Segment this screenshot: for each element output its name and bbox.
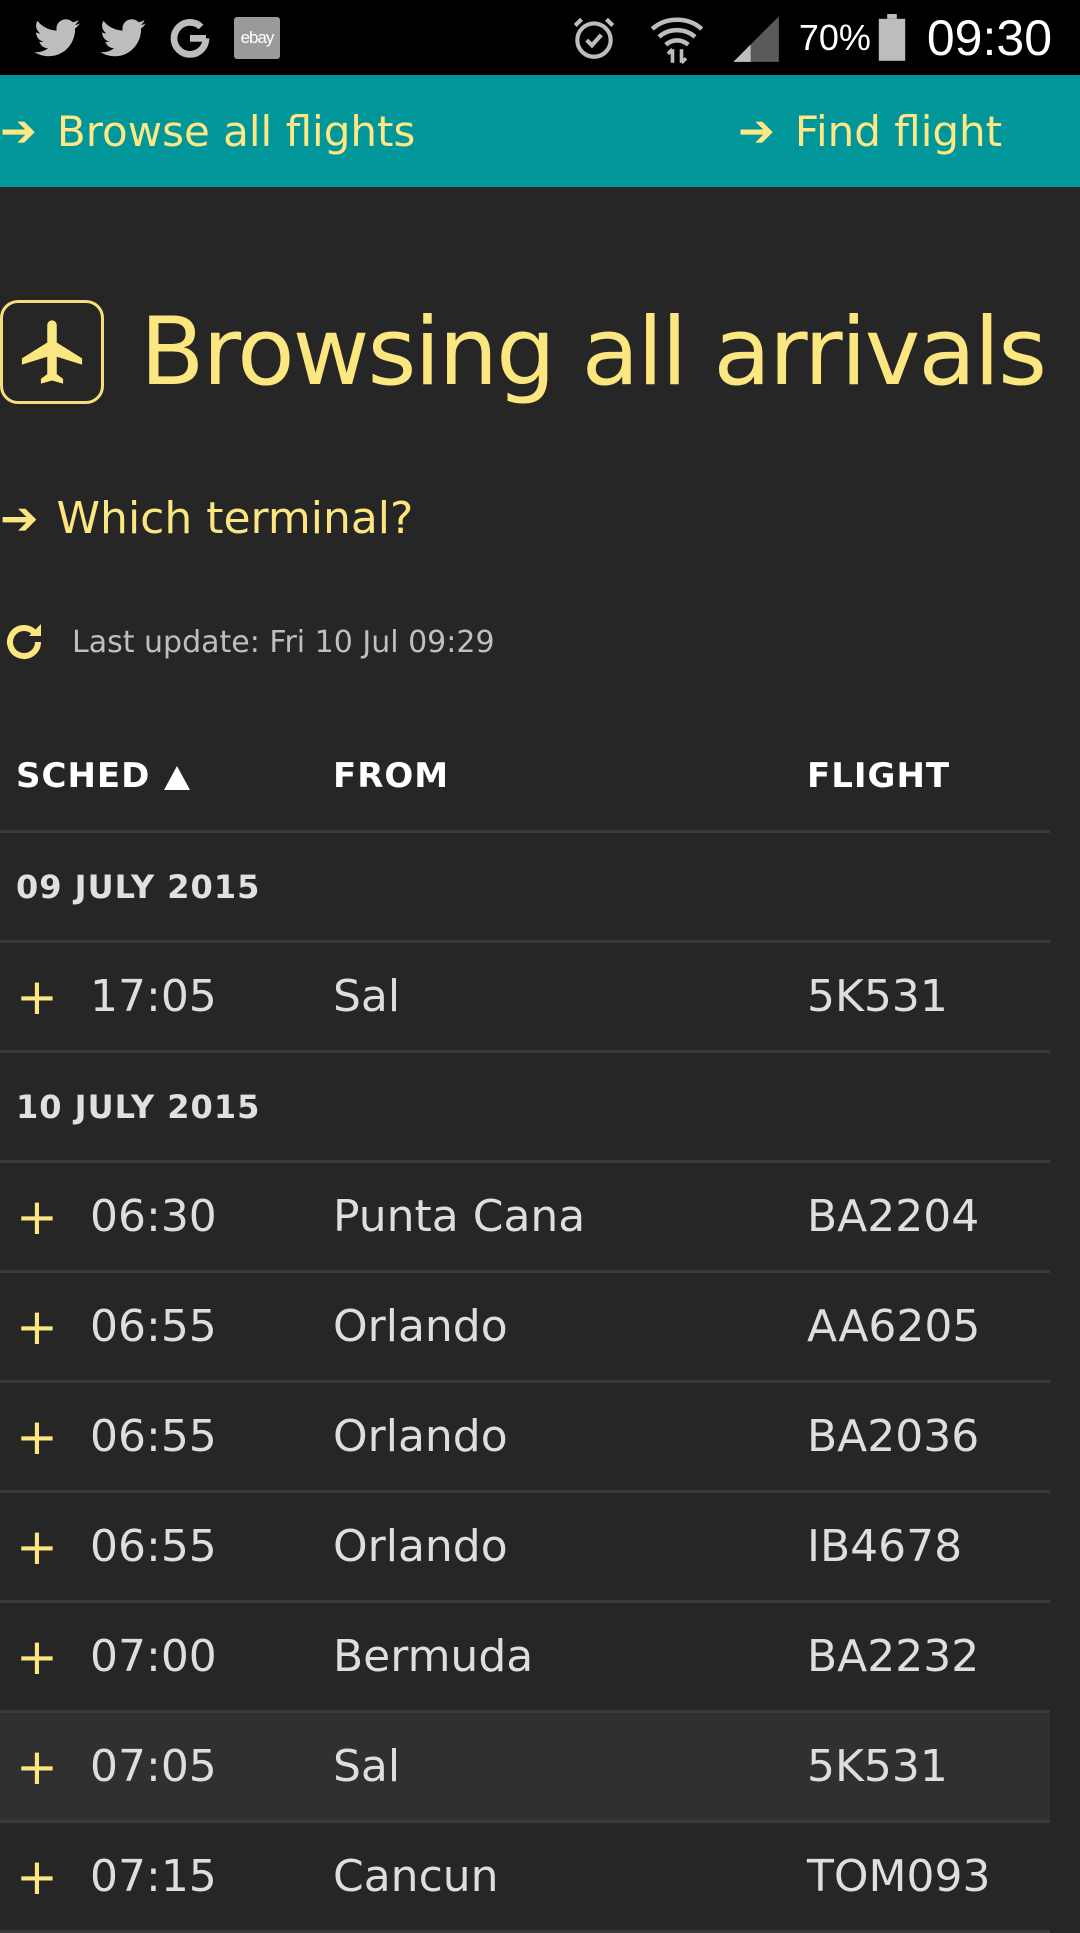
flight-column-header: FLIGHT: [807, 756, 951, 796]
sched-time: 17:05: [90, 971, 217, 1022]
arrow-right-icon: ➔: [738, 105, 775, 157]
flight-row[interactable]: + 07:15 Cancun TOM093: [0, 1823, 1050, 1933]
last-update-text: Last update: Fri 10 Jul 09:29: [72, 624, 495, 660]
arrow-right-icon: ➔: [0, 491, 39, 545]
flight-number: TOM093: [807, 1851, 991, 1902]
origin: Cancun: [333, 1851, 499, 1902]
expand-icon[interactable]: +: [16, 1823, 58, 1930]
google-icon: [166, 14, 214, 62]
alarm-icon: [569, 13, 619, 63]
flight-row[interactable]: + 07:00 Bermuda BA2232: [0, 1603, 1050, 1713]
expand-icon[interactable]: +: [16, 1493, 58, 1600]
expand-icon[interactable]: +: [16, 1383, 58, 1490]
last-update-info: Last update: Fri 10 Jul 09:29: [0, 612, 495, 672]
find-flight-label: Find flight: [794, 106, 1003, 156]
flight-row-highlighted[interactable]: + 07:05 Sal 5K531: [0, 1713, 1050, 1823]
flight-number: BA2232: [807, 1631, 980, 1682]
flight-number: AA6205: [807, 1301, 981, 1352]
sched-time: 07:00: [90, 1631, 217, 1682]
from-column-header: FROM: [333, 756, 450, 796]
date-group-header: 10 JULY 2015: [0, 1053, 1050, 1163]
twitter-icon: [34, 19, 80, 57]
status-clock: 09:30: [926, 10, 1052, 66]
sort-ascending-icon: [164, 766, 191, 790]
sched-time: 06:55: [90, 1411, 217, 1462]
status-bar: ebay 70% 09:30: [0, 0, 1080, 75]
origin: Orlando: [333, 1521, 508, 1572]
sched-header-label: SCHED: [16, 756, 151, 796]
flight-number: IB4678: [807, 1521, 963, 1572]
arrow-right-icon: ➔: [0, 105, 37, 157]
battery-percent: 70%: [798, 17, 871, 58]
expand-icon[interactable]: +: [16, 1273, 58, 1380]
sched-column-header[interactable]: SCHED: [16, 722, 191, 830]
browse-all-flights-label: Browse all flights: [56, 106, 416, 156]
signal-icon: [729, 12, 781, 64]
origin: Bermuda: [333, 1631, 534, 1682]
flight-number: BA2036: [807, 1411, 980, 1462]
flight-number: BA2204: [807, 1191, 980, 1242]
origin: Sal: [333, 1741, 401, 1792]
which-terminal-link[interactable]: ➔ Which terminal?: [0, 488, 413, 548]
sched-time: 06:55: [90, 1301, 217, 1352]
refresh-icon[interactable]: [0, 618, 48, 666]
date-label: 09 JULY 2015: [16, 867, 261, 906]
table-header: SCHED FROM FLIGHT: [0, 722, 1050, 833]
ebay-icon: ebay: [234, 17, 280, 59]
sched-time: 07:15: [90, 1851, 217, 1902]
airplane-icon: [0, 300, 104, 404]
battery-icon: [877, 14, 907, 62]
page-title: Browsing all arrivals: [140, 297, 1047, 407]
top-nav-bar: ➔ Browse all flights ➔ Find flight: [0, 75, 1080, 187]
twitter-icon: [100, 19, 146, 57]
browse-all-flights-link[interactable]: ➔ Browse all flights: [0, 75, 415, 187]
sched-time: 06:55: [90, 1521, 217, 1572]
expand-icon[interactable]: +: [16, 1163, 58, 1270]
arrivals-table: SCHED FROM FLIGHT 09 JULY 2015 + 17:05 S…: [0, 722, 1050, 1933]
sched-time: 07:05: [90, 1741, 217, 1792]
expand-icon[interactable]: +: [16, 1603, 58, 1710]
origin: Sal: [333, 971, 401, 1022]
flight-number: 5K531: [807, 1741, 948, 1792]
wifi-icon: [649, 11, 705, 65]
origin: Punta Cana: [333, 1191, 586, 1242]
page-heading: Browsing all arrivals: [0, 296, 1047, 408]
flight-row[interactable]: + 06:55 Orlando BA2036: [0, 1383, 1050, 1493]
origin: Orlando: [333, 1301, 508, 1352]
flight-row[interactable]: + 06:30 Punta Cana BA2204: [0, 1163, 1050, 1273]
flight-row[interactable]: + 06:55 Orlando AA6205: [0, 1273, 1050, 1383]
find-flight-link[interactable]: ➔ Find flight: [738, 75, 1002, 187]
date-label: 10 JULY 2015: [16, 1087, 261, 1126]
flight-number: 5K531: [807, 971, 948, 1022]
origin: Orlando: [333, 1411, 508, 1462]
expand-icon[interactable]: +: [16, 943, 58, 1050]
notification-icons: ebay: [34, 12, 280, 64]
date-group-header: 09 JULY 2015: [0, 833, 1050, 943]
sched-time: 06:30: [90, 1191, 217, 1242]
flight-row[interactable]: + 06:55 Orlando IB4678: [0, 1493, 1050, 1603]
which-terminal-label: Which terminal?: [56, 492, 414, 544]
flight-row[interactable]: + 17:05 Sal 5K531: [0, 943, 1050, 1053]
expand-icon[interactable]: +: [16, 1713, 58, 1820]
system-status: 70% 09:30: [569, 8, 1052, 68]
